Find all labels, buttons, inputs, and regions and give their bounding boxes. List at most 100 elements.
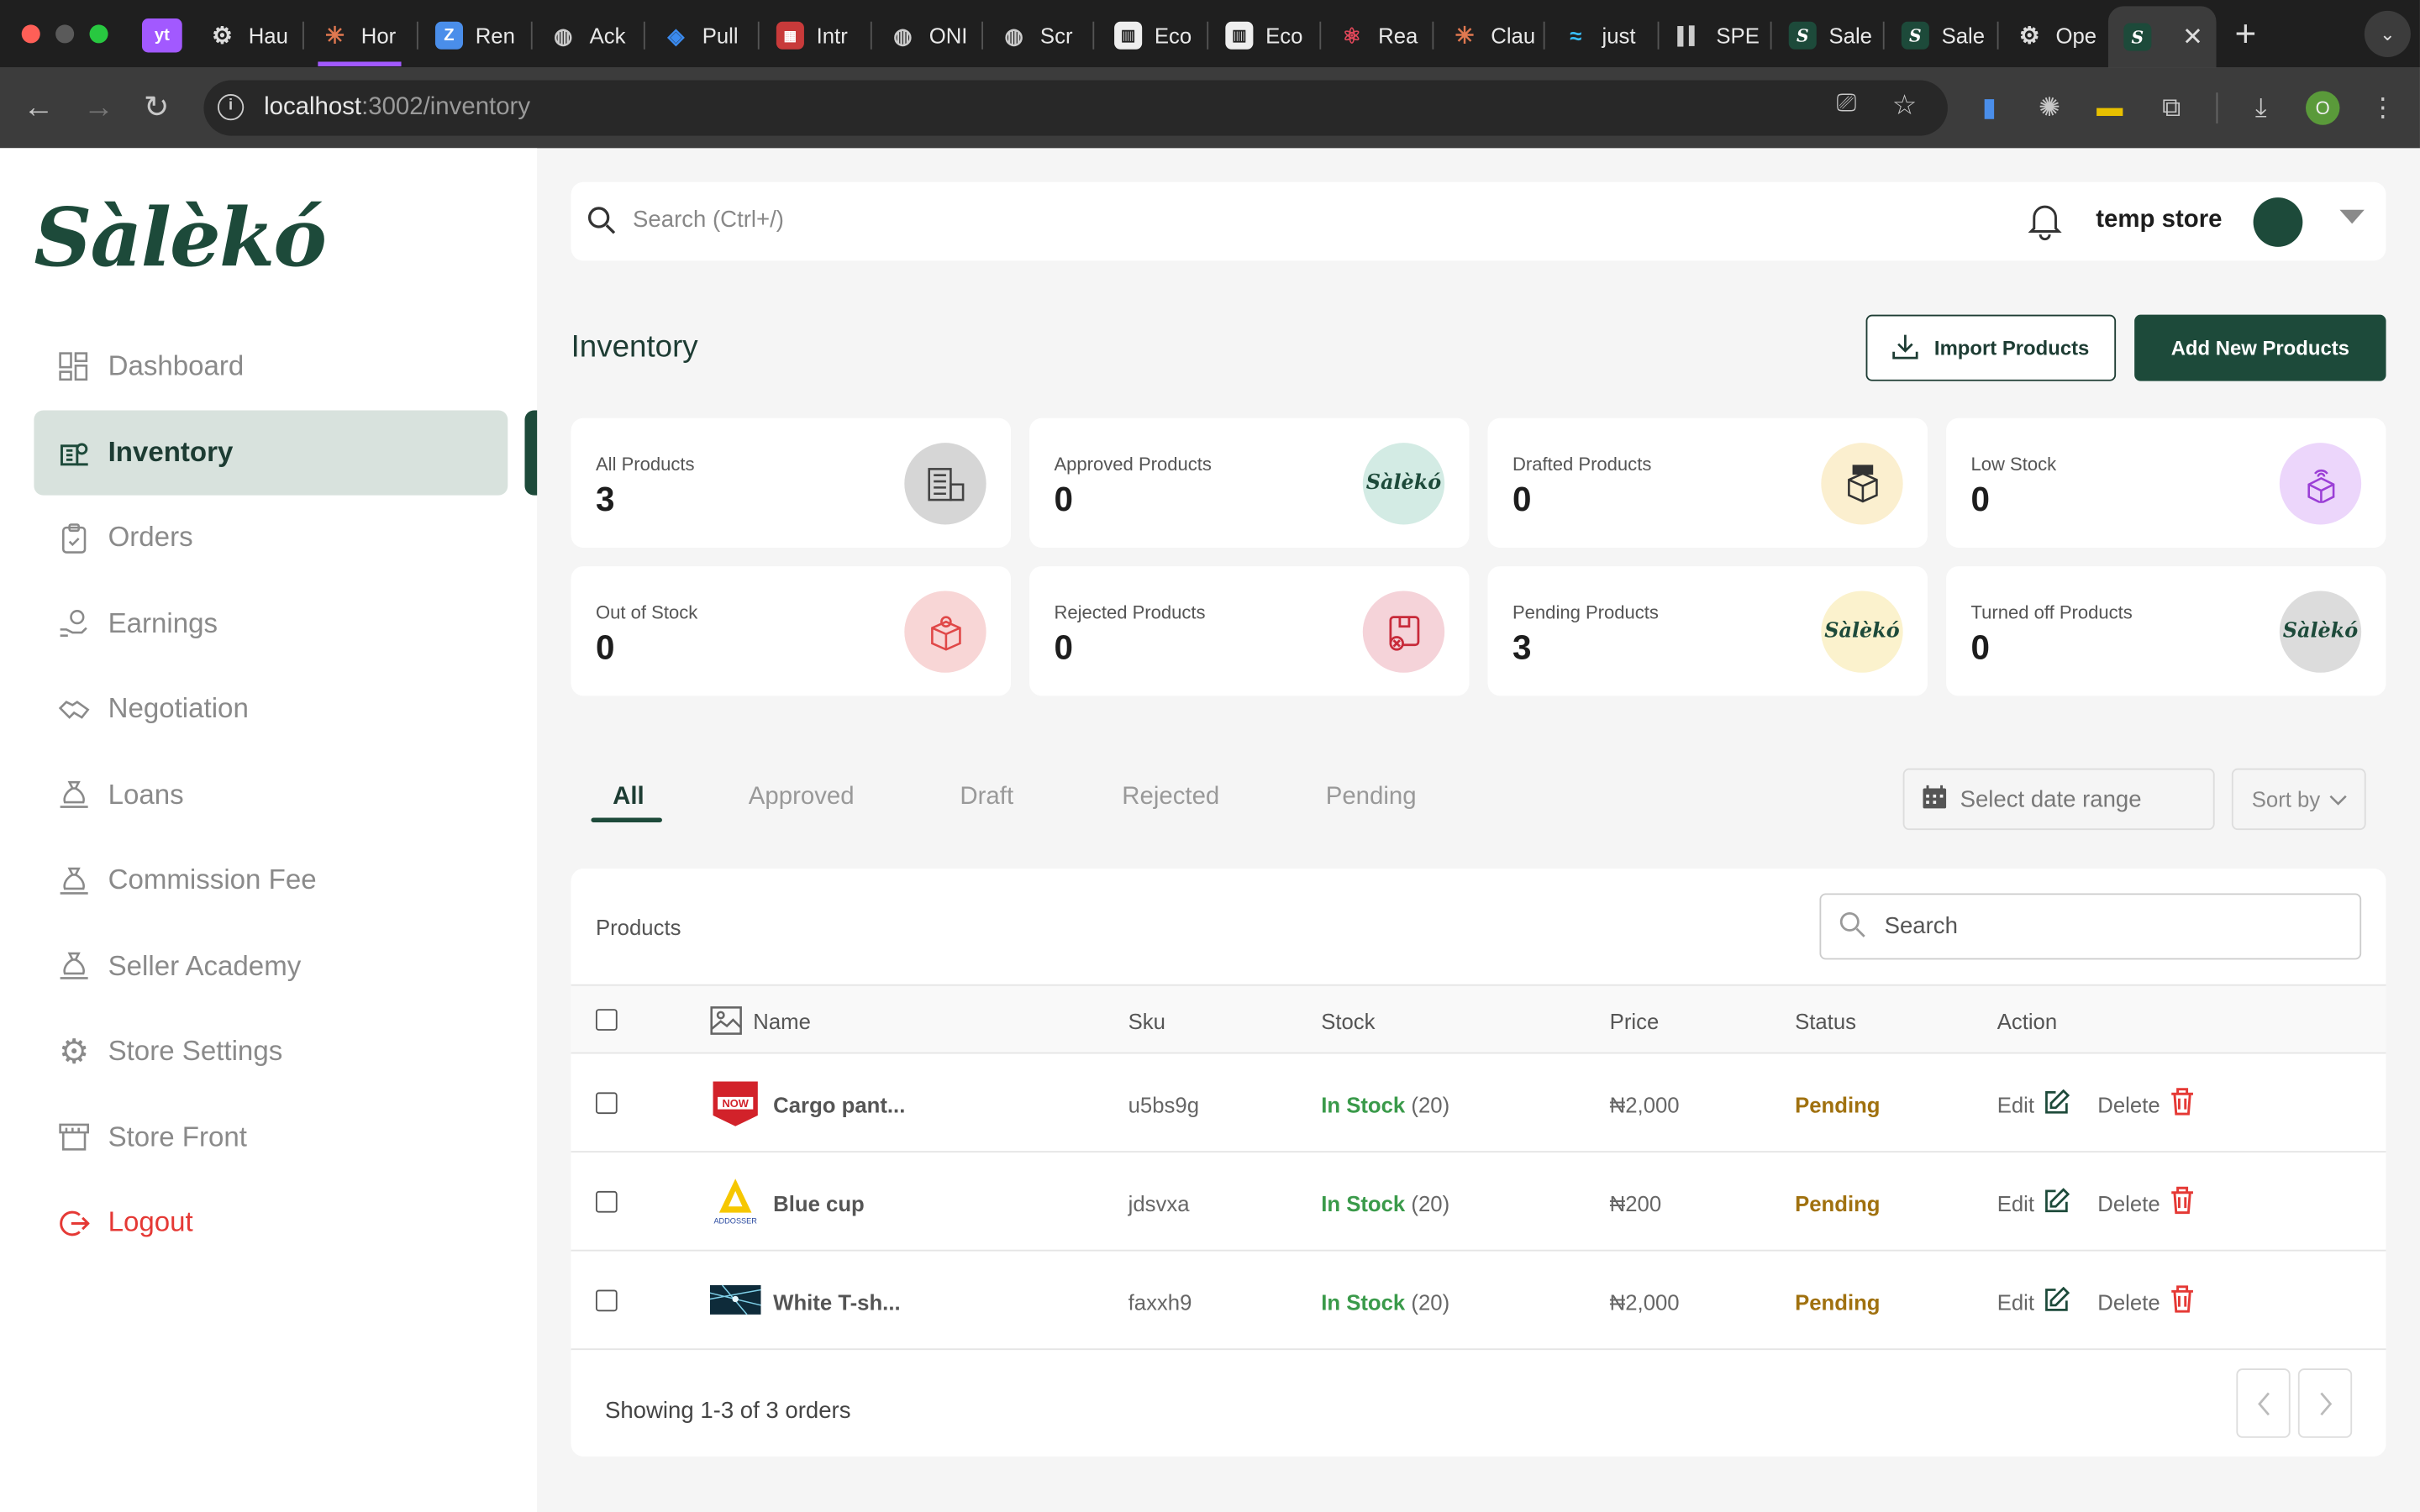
close-window-button[interactable] <box>21 24 40 44</box>
stat-card-all-products[interactable]: All Products 3 <box>571 417 1012 549</box>
sidebar-item-seller-academy[interactable]: Seller Academy <box>34 923 508 1009</box>
extension-icon[interactable]: ▬ <box>2091 90 2128 127</box>
stat-card-out-of-stock[interactable]: Out of Stock 0 <box>571 566 1012 696</box>
tab-all[interactable]: All <box>613 784 644 811</box>
date-range-picker[interactable]: Select date range <box>1902 768 2215 831</box>
browser-tab[interactable]: ▦ Intr <box>760 13 860 59</box>
store-avatar[interactable] <box>2253 197 2303 247</box>
browser-tab[interactable]: ✳ Hor <box>306 13 406 59</box>
bell-icon[interactable] <box>2028 201 2062 249</box>
bookmark-star-icon[interactable]: ☆ <box>1892 90 1918 123</box>
install-app-icon[interactable]: ⎚ <box>1837 91 1857 118</box>
address-bar[interactable]: i localhost:3002/inventory ⎚ ☆ <box>203 80 1948 136</box>
tab-draft[interactable]: Draft <box>960 784 1013 811</box>
sidebar-item-inventory[interactable]: Inventory <box>34 409 508 496</box>
column-name[interactable]: Name <box>753 1009 811 1033</box>
browser-tab[interactable]: ⚙ Hau <box>193 13 302 59</box>
menu-kebab-icon[interactable]: ⋮ <box>2365 90 2402 127</box>
download-icon[interactable]: ⤓ <box>2243 90 2280 127</box>
browser-tab[interactable]: ▥ Eco <box>1210 13 1312 59</box>
close-tab-icon[interactable]: ✕ <box>2182 22 2203 53</box>
stat-card-rejected-products[interactable]: Rejected Products 0 <box>1029 566 1470 696</box>
minimize-window-button[interactable] <box>55 24 75 44</box>
browser-tab[interactable]: yt <box>127 13 188 59</box>
stat-card-approved-products[interactable]: Approved Products 0 Sàlèkó <box>1029 417 1470 549</box>
new-tab-button[interactable]: + <box>2235 14 2257 57</box>
sidebar-item-orders[interactable]: Orders <box>34 496 508 581</box>
row-checkbox[interactable] <box>595 1190 618 1213</box>
edit-button[interactable]: Edit <box>1997 1190 2034 1215</box>
import-products-button[interactable]: Import Products <box>1865 314 2117 381</box>
delete-button[interactable]: Delete <box>2097 1091 2160 1116</box>
edit-icon[interactable] <box>2044 1187 2070 1218</box>
maximize-window-button[interactable] <box>89 24 108 44</box>
logout-button[interactable]: Logout <box>34 1180 508 1266</box>
puzzle-icon[interactable]: ⧉ <box>2153 90 2190 127</box>
forward-arrow-icon[interactable]: → <box>83 90 114 127</box>
extension-icon[interactable]: ▮ <box>1970 90 2007 127</box>
stat-card-pending-products[interactable]: Pending Products 3 Sàlèkó <box>1487 566 1928 696</box>
product-name[interactable]: Blue cup <box>773 1191 865 1215</box>
product-thumbnail[interactable]: ADDOSSER <box>710 1176 761 1227</box>
stat-card-low-stock[interactable]: Low Stock 0 <box>1946 417 2386 549</box>
sidebar-item-earnings[interactable]: Earnings <box>34 581 508 667</box>
next-page-button[interactable] <box>2297 1368 2353 1438</box>
profile-avatar[interactable]: O <box>2306 91 2340 125</box>
sidebar-item-store-front[interactable]: Store Front <box>34 1095 508 1180</box>
edit-icon[interactable] <box>2044 1285 2070 1317</box>
browser-tab-active[interactable]: S ✕ <box>2107 6 2217 68</box>
global-search-input[interactable]: Search (Ctrl+/) <box>633 207 784 233</box>
browser-tab[interactable]: ◍ Ack <box>534 13 633 59</box>
sort-by-dropdown[interactable]: Sort by <box>2231 768 2366 831</box>
delete-button[interactable]: Delete <box>2097 1190 2160 1215</box>
extension-icon[interactable]: ✺ <box>2031 90 2068 127</box>
store-name[interactable]: temp store <box>2096 207 2222 234</box>
add-new-products-button[interactable]: Add New Products <box>2134 314 2386 381</box>
site-info-icon[interactable]: i <box>217 94 245 121</box>
column-price[interactable]: Price <box>1610 1009 1660 1033</box>
sidebar-item-dashboard[interactable]: Dashboard <box>34 324 508 410</box>
browser-tab[interactable]: ≈ just <box>1546 13 1648 59</box>
product-name[interactable]: Cargo pant... <box>773 1092 905 1116</box>
column-sku[interactable]: Sku <box>1128 1009 1165 1033</box>
stat-card-turned-off-products[interactable]: Turned off Products 0 Sàlèkó <box>1946 566 2386 696</box>
sidebar-item-loans[interactable]: Loans <box>34 752 508 837</box>
product-thumbnail[interactable]: NOW <box>710 1077 761 1128</box>
trash-icon[interactable] <box>2170 1186 2194 1219</box>
browser-tab[interactable]: ◍ Scr <box>985 13 1084 59</box>
row-checkbox[interactable] <box>595 1092 618 1115</box>
sidebar-item-negotiation[interactable]: Negotiation <box>34 666 508 752</box>
select-all-checkbox[interactable] <box>595 1009 618 1031</box>
prev-page-button[interactable] <box>2236 1368 2291 1438</box>
tab-search-button[interactable]: ⌄ <box>2364 10 2411 57</box>
tab-pending[interactable]: Pending <box>1326 784 1417 811</box>
chevron-down-icon[interactable] <box>2339 209 2365 224</box>
browser-tab[interactable]: S Sale <box>1773 13 1875 59</box>
tab-rejected[interactable]: Rejected <box>1122 784 1219 811</box>
row-checkbox[interactable] <box>595 1289 618 1312</box>
delete-button[interactable]: Delete <box>2097 1289 2160 1314</box>
browser-tab[interactable]: S Sale <box>1886 13 1987 59</box>
browser-tab[interactable]: ◍ ONI <box>874 13 973 59</box>
saleko-logo[interactable]: Sàlèkó <box>34 192 327 286</box>
edit-button[interactable]: Edit <box>1997 1091 2034 1116</box>
product-thumbnail[interactable] <box>709 1274 761 1326</box>
column-stock[interactable]: Stock <box>1321 1009 1375 1033</box>
trash-icon[interactable] <box>2170 1285 2194 1318</box>
edit-button[interactable]: Edit <box>1997 1289 2034 1314</box>
stat-card-drafted-products[interactable]: Drafted Products 0 <box>1487 417 1928 549</box>
browser-tab[interactable]: ⚛ Rea <box>1323 13 1428 59</box>
column-status[interactable]: Status <box>1795 1009 1856 1033</box>
tab-approved[interactable]: Approved <box>749 784 855 811</box>
edit-icon[interactable] <box>2044 1088 2070 1120</box>
browser-tab[interactable]: ▌▍ SPE <box>1660 13 1762 59</box>
browser-tab[interactable]: ✳ Clau <box>1435 13 1534 59</box>
browser-tab[interactable]: Z Ren <box>420 13 525 59</box>
product-search-input[interactable]: Search <box>1819 893 2362 960</box>
reload-icon[interactable]: ↻ <box>144 90 170 127</box>
browser-tab[interactable]: ⚙ Ope <box>2000 13 2102 59</box>
sidebar-item-store-settings[interactable]: ⚙ Store Settings <box>34 1009 508 1095</box>
back-arrow-icon[interactable]: ← <box>24 90 55 127</box>
sidebar-item-commission-fee[interactable]: Commission Fee <box>34 837 508 923</box>
browser-tab[interactable]: ▥ Eco <box>1099 13 1201 59</box>
